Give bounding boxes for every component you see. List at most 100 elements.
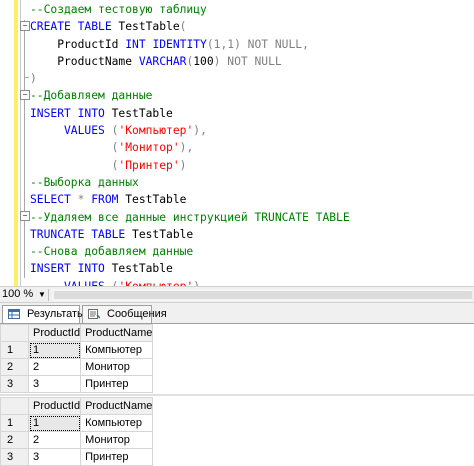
change-marker-gutter bbox=[14, 0, 18, 286]
zoom-separator bbox=[48, 289, 49, 301]
cell-productid[interactable]: 2 bbox=[27, 358, 82, 376]
code-token: TestTable bbox=[118, 193, 187, 207]
code-token: TestTable bbox=[104, 106, 173, 120]
code-token: 'Монитор' bbox=[118, 141, 180, 155]
code-token: IDENTITY bbox=[152, 37, 207, 51]
code-line[interactable]: --Удаляем все данные инструкцией TRUNCAT… bbox=[30, 209, 350, 226]
grid-separator[interactable] bbox=[0, 394, 474, 396]
code-token: FROM bbox=[91, 193, 119, 207]
code-token: TestTable bbox=[104, 262, 173, 276]
code-token: TRUNCATE TABLE bbox=[30, 227, 126, 241]
code-token: ) bbox=[30, 72, 37, 86]
code-token: 100 bbox=[193, 54, 214, 68]
collapse-icon[interactable]: − bbox=[20, 211, 30, 221]
code-line[interactable]: --Создаем тестовую таблицу bbox=[30, 1, 350, 18]
cell-productname[interactable]: Монитор bbox=[80, 431, 154, 449]
code-token: --Удаляем все данные инструкцией TRUNCAT… bbox=[30, 210, 350, 224]
code-line[interactable]: VALUES ('Компьютер'), bbox=[30, 278, 350, 286]
column-header-productid[interactable]: ProductId bbox=[27, 324, 82, 342]
scrollbar-thumb[interactable] bbox=[54, 291, 472, 299]
grid-icon bbox=[8, 309, 20, 319]
cell-productid[interactable]: 3 bbox=[27, 375, 82, 393]
code-line[interactable]: TRUNCATE TABLE TestTable bbox=[30, 226, 350, 243]
code-line[interactable]: INSERT INTO TestTable bbox=[30, 260, 350, 277]
code-line[interactable]: VALUES ('Компьютер'), bbox=[30, 122, 350, 139]
cell-productname[interactable]: Принтер bbox=[80, 375, 154, 393]
results-grid: ProductId ProductName 1 1 Компьютер 2 2 … bbox=[0, 324, 154, 393]
code-line[interactable]: ('Монитор'), bbox=[30, 139, 350, 156]
code-token: ProductName bbox=[30, 54, 139, 68]
row-number[interactable]: 2 bbox=[0, 431, 29, 449]
column-header-productname[interactable]: ProductName bbox=[80, 324, 154, 342]
cell-productid[interactable]: 2 bbox=[27, 431, 82, 449]
code-token: NOT NULL bbox=[227, 54, 282, 68]
code-line[interactable]: ('Принтер') bbox=[30, 157, 350, 174]
code-token: NOT NULL bbox=[247, 37, 303, 51]
code-line[interactable]: --Выборка данных bbox=[30, 174, 350, 191]
chevron-down-icon[interactable]: ▼ bbox=[38, 290, 46, 299]
code-token: (1,1) bbox=[206, 37, 248, 51]
row-number[interactable]: 1 bbox=[0, 414, 29, 432]
code-token: TestTable bbox=[125, 227, 194, 241]
row-number-header[interactable] bbox=[0, 324, 29, 342]
zoom-level[interactable]: 100 % bbox=[2, 288, 33, 300]
column-header-productid[interactable]: ProductId bbox=[27, 397, 82, 415]
outline-line bbox=[24, 20, 25, 278]
code-token: 'Компьютер' bbox=[118, 124, 194, 138]
table-row: 1 1 Компьютер bbox=[0, 414, 154, 432]
code-token: ProductId bbox=[30, 37, 126, 51]
tab-messages[interactable]: Сообщения bbox=[82, 305, 167, 323]
code-token: CREATE TABLE bbox=[30, 20, 112, 34]
table-row: 2 2 Монитор bbox=[0, 431, 154, 449]
code-token: 'Принтер' bbox=[118, 158, 180, 172]
code-token: VARCHAR bbox=[138, 54, 187, 68]
table-row: 1 1 Компьютер bbox=[0, 341, 154, 359]
gutter-divider bbox=[20, 0, 21, 286]
code-token: VALUES bbox=[30, 124, 112, 138]
code-line[interactable]: INSERT INTO TestTable bbox=[30, 105, 350, 122]
code-line[interactable]: CREATE TABLE TestTable( bbox=[30, 18, 350, 35]
row-number[interactable]: 2 bbox=[0, 358, 29, 376]
grid-header-row: ProductId ProductName bbox=[0, 324, 154, 342]
code-token: --Добавляем данные bbox=[30, 89, 153, 103]
code-token: ( bbox=[179, 20, 187, 34]
cell-productname[interactable]: Компьютер bbox=[80, 341, 154, 359]
code-token: INSERT INTO bbox=[30, 106, 105, 120]
collapse-icon[interactable]: − bbox=[20, 90, 30, 100]
cell-productname[interactable]: Компьютер bbox=[80, 414, 154, 432]
code-line[interactable]: ProductId INT IDENTITY(1,1) NOT NULL, bbox=[30, 36, 350, 53]
results-grid: ProductId ProductName 1 1 Компьютер 2 2 … bbox=[0, 397, 154, 466]
cell-productid[interactable]: 1 bbox=[27, 341, 82, 359]
tab-results[interactable]: Результаты bbox=[2, 305, 85, 323]
sql-editor[interactable]: − − − --Создаем тестовую таблицу CREATE T… bbox=[0, 0, 474, 286]
code-line[interactable]: --Добавляем данные bbox=[30, 87, 350, 104]
cell-productid[interactable]: 1 bbox=[27, 414, 82, 432]
code-line[interactable]: SELECT * FROM TestTable bbox=[30, 191, 350, 208]
cell-productname[interactable]: Монитор bbox=[80, 358, 154, 376]
column-header-productname[interactable]: ProductName bbox=[80, 397, 154, 415]
code-token: ), bbox=[179, 141, 194, 155]
code-token: ( bbox=[30, 141, 119, 155]
tab-messages-label: Сообщения bbox=[107, 308, 167, 320]
code-token: INSERT INTO bbox=[30, 262, 105, 276]
code-token: ) bbox=[179, 158, 187, 172]
code-line[interactable]: ) bbox=[30, 70, 350, 87]
row-number[interactable]: 3 bbox=[0, 375, 29, 393]
code-line[interactable]: --Снова добавляем данные bbox=[30, 243, 350, 260]
code-token: ( bbox=[30, 158, 119, 172]
code-token: TestTable bbox=[111, 20, 180, 34]
result-tabs: Результаты Сообщения bbox=[0, 303, 474, 323]
outline-end-tick bbox=[25, 77, 29, 78]
results-pane: ProductId ProductName 1 1 Компьютер 2 2 … bbox=[0, 323, 474, 466]
row-number[interactable]: 1 bbox=[0, 341, 29, 359]
row-number-header[interactable] bbox=[0, 397, 29, 415]
code-line[interactable]: ProductName VARCHAR(100) NOT NULL bbox=[30, 53, 350, 70]
code-token: ) bbox=[213, 54, 228, 68]
code-token: --Создаем тестовую таблицу bbox=[30, 3, 207, 16]
code-token: SELECT bbox=[30, 193, 78, 207]
code-token: --Выборка данных bbox=[30, 175, 139, 189]
tab-results-label: Результаты bbox=[27, 308, 85, 320]
code-token: INT bbox=[125, 37, 146, 51]
code-area[interactable]: --Создаем тестовую таблицу CREATE TABLE T… bbox=[30, 1, 350, 286]
collapse-icon[interactable]: − bbox=[20, 21, 30, 31]
